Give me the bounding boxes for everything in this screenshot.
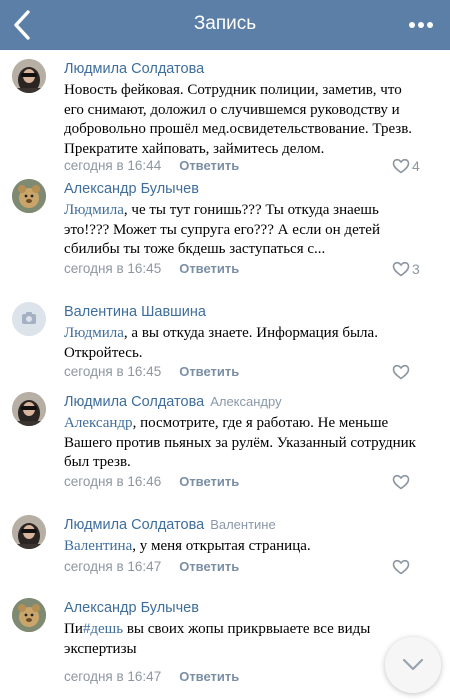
reply-button[interactable]: Ответить (179, 474, 239, 489)
avatar-image (12, 179, 46, 213)
more-dots-icon (409, 22, 433, 28)
avatar[interactable] (12, 392, 46, 426)
comment-author[interactable]: Валентина Шавшина (64, 304, 206, 320)
heart-outline-icon (392, 261, 410, 277)
heart-outline-icon (392, 559, 410, 575)
comment-time: сегодня в 16:45 (64, 261, 162, 276)
comment: Александр Булычев Пи#дешь вы своих жопы … (0, 589, 450, 697)
comment-meta: сегодня в 16:47 Ответить (64, 669, 239, 684)
comment-time: сегодня в 16:47 (64, 669, 162, 684)
comment-text: Валентина, у меня открытая страница. (64, 538, 311, 554)
avatar[interactable] (12, 59, 46, 93)
comment-time: сегодня в 16:46 (64, 474, 162, 489)
comment-text: Пи#дешь вы своих жопы прикрвыаете все ви… (64, 621, 371, 657)
top-bar: Запись (0, 0, 450, 50)
avatar-image (12, 598, 46, 632)
like-button[interactable] (392, 364, 430, 382)
avatar[interactable] (12, 302, 46, 336)
avatar-image (12, 59, 46, 93)
more-button[interactable] (406, 18, 436, 32)
comment-text: Новость фейковая. Сотрудник полиции, зам… (64, 82, 413, 157)
chevron-down-icon (402, 658, 424, 671)
comment-author[interactable]: Людмила Солдатова (64, 61, 204, 77)
like-count: 3 (412, 261, 420, 277)
comment-author[interactable]: Людмила Солдатова Валентине (64, 517, 276, 533)
comment-meta: сегодня в 16:46 Ответить (64, 474, 239, 489)
heart-outline-icon (392, 364, 410, 380)
avatar-image (12, 392, 46, 426)
like-button[interactable] (392, 474, 430, 492)
like-button[interactable]: 3 (392, 261, 430, 279)
camera-icon (12, 302, 46, 336)
mention-link[interactable]: Людмила (64, 325, 124, 341)
page-title: Запись (193, 13, 257, 34)
comment-text: Людмила, че ты тут гонишь??? Ты откуда з… (64, 202, 380, 257)
comment-meta: сегодня в 16:45 Ответить (64, 364, 239, 379)
comment-time: сегодня в 16:45 (64, 364, 162, 379)
reply-button[interactable]: Ответить (179, 261, 239, 276)
avatar[interactable] (12, 515, 46, 549)
hashtag-link[interactable]: #дешь (83, 621, 123, 637)
comment-text: Людмила, а вы откуда знаете. Информация … (64, 325, 378, 361)
reply-button[interactable]: Ответить (179, 669, 239, 684)
mention-link[interactable]: Людмила (64, 202, 124, 218)
reply-to-label[interactable]: Александру (210, 394, 281, 409)
reply-button[interactable]: Ответить (179, 559, 239, 574)
avatar[interactable] (12, 598, 46, 632)
comment-time: сегодня в 16:47 (64, 559, 162, 574)
comment: Александр Булычев Людмила, че ты тут гон… (0, 170, 450, 293)
comment-author[interactable]: Людмила Солдатова Александру (64, 394, 282, 410)
reply-button[interactable]: Ответить (179, 364, 239, 379)
like-button[interactable] (392, 559, 430, 577)
comment-author[interactable]: Александр Булычев (64, 600, 199, 616)
comment-author[interactable]: Александр Булычев (64, 181, 199, 197)
avatar-image (12, 515, 46, 549)
comment-meta: сегодня в 16:45 Ответить (64, 261, 239, 276)
comment: Людмила Солдатова Новость фейковая. Сотр… (0, 50, 450, 174)
comment-text: Александр, посмотрите, где я работаю. Не… (64, 415, 416, 470)
reply-to-label[interactable]: Валентине (210, 517, 276, 532)
avatar[interactable] (12, 179, 46, 213)
mention-link[interactable]: Валентина (64, 538, 132, 554)
scroll-down-button[interactable] (385, 637, 441, 693)
comment: Людмила Солдатова Валентине Валентина, у … (0, 506, 450, 589)
mention-link[interactable]: Александр (64, 415, 133, 431)
comments-list: Людмила Солдатова Новость фейковая. Сотр… (0, 50, 450, 697)
heart-outline-icon (392, 474, 410, 490)
comment: Валентина Шавшина Людмила, а вы откуда з… (0, 293, 450, 383)
comment: Людмила Солдатова Александру Александр, п… (0, 383, 450, 506)
comment-meta: сегодня в 16:47 Ответить (64, 559, 239, 574)
